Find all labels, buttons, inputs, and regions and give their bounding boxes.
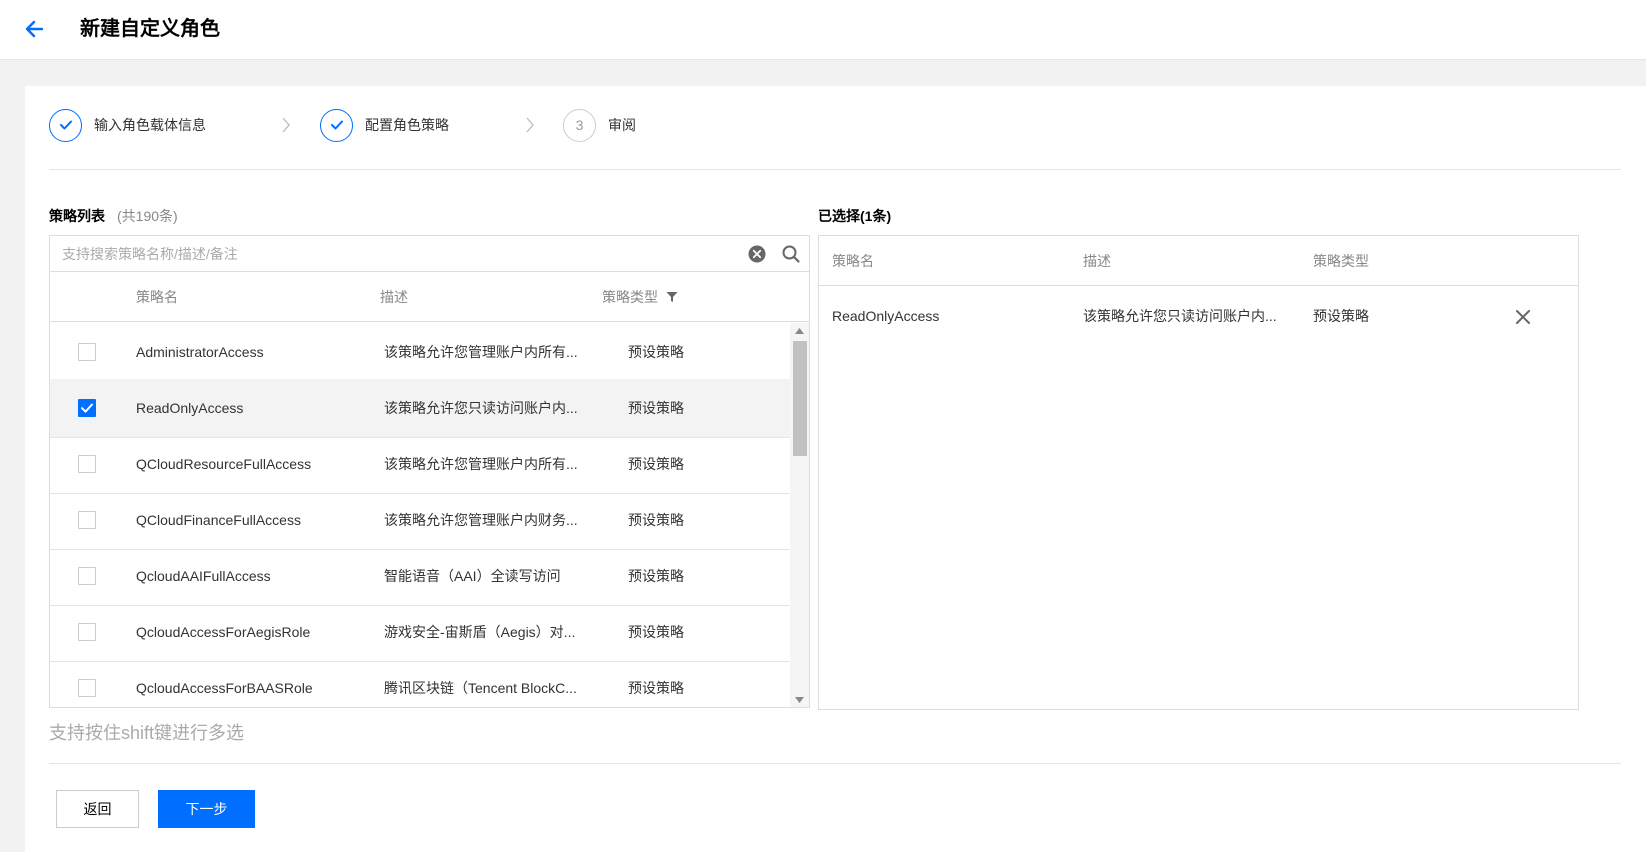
table-row[interactable]: QCloudFinanceFullAccess 该策略允许您管理账户内财务...…	[50, 491, 790, 550]
policy-type: 预设策略	[628, 400, 684, 416]
next-button[interactable]: 下一步	[158, 790, 255, 828]
policy-desc: 该策略允许您管理账户内所有...	[384, 456, 578, 472]
policy-rows: AdministratorAccess 该策略允许您管理账户内所有... 预设策…	[50, 323, 790, 707]
policy-desc: 游戏安全-宙斯盾（Aegis）对...	[384, 624, 576, 640]
step-label: 审阅	[608, 117, 636, 133]
column-header-desc: 描述	[1083, 253, 1111, 269]
policy-desc: 腾讯区块链（Tencent BlockC...	[384, 680, 577, 696]
column-header-type-label: 策略类型	[602, 289, 658, 305]
list-scrollbar[interactable]	[790, 323, 809, 707]
policy-name: QCloudResourceFullAccess	[136, 456, 312, 472]
search-bar	[50, 236, 809, 272]
back-button[interactable]: 返回	[56, 790, 139, 828]
policy-type: 预设策略	[628, 568, 684, 584]
policy-type: 预设策略	[628, 624, 684, 640]
stepper: 输入角色载体信息 配置角色策略 3 审阅	[49, 108, 1629, 142]
table-row[interactable]: QcloudAccessForBAASRole 腾讯区块链（Tencent Bl…	[50, 659, 790, 707]
step-number-badge: 3	[563, 108, 596, 142]
policy-desc: 该策略允许您只读访问账户内...	[1083, 308, 1277, 324]
top-header: 新建自定义角色	[0, 0, 1646, 60]
policy-list-title: 策略列表 (共190条)	[49, 206, 178, 226]
row-checkbox[interactable]	[78, 623, 96, 641]
check-icon	[81, 403, 93, 413]
column-header-type: 策略类型	[602, 272, 678, 322]
policy-type: 预设策略	[628, 512, 684, 528]
policy-type: 预设策略	[628, 456, 684, 472]
policy-list-panel: 策略名 描述 策略类型 AdministratorAccess 该策略允许您管理…	[49, 235, 810, 708]
row-checkbox[interactable]	[78, 679, 96, 697]
divider	[49, 763, 1621, 764]
check-icon	[330, 120, 343, 130]
policy-desc: 该策略允许您管理账户内财务...	[384, 512, 578, 528]
policy-list-heading: 策略列表	[49, 208, 105, 224]
column-header-name: 策略名	[136, 289, 178, 305]
close-icon[interactable]	[1515, 309, 1531, 325]
row-checkbox[interactable]	[78, 567, 96, 585]
policy-name: ReadOnlyAccess	[136, 400, 244, 416]
step-done-badge	[49, 108, 82, 142]
policy-type: 预设策略	[628, 344, 684, 360]
column-header-type: 策略类型	[1313, 253, 1369, 269]
back-arrow-icon[interactable]	[22, 16, 48, 42]
policy-count: (共190条)	[117, 208, 178, 224]
row-checkbox[interactable]	[78, 455, 96, 473]
policy-name: AdministratorAccess	[136, 344, 264, 360]
scroll-up-icon[interactable]	[795, 328, 804, 334]
policy-desc: 智能语音（AAI）全读写访问	[384, 568, 561, 584]
table-row[interactable]: ReadOnlyAccess 该策略允许您只读访问账户内... 预设策略	[50, 379, 790, 438]
policy-type: 预设策略	[628, 680, 684, 696]
step-label: 配置角色策略	[365, 117, 449, 133]
step-3: 3 审阅	[563, 108, 636, 142]
selected-panel: 策略名 描述 策略类型 ReadOnlyAccess 该策略允许您只读访问账户内…	[818, 235, 1579, 710]
step-1: 输入角色载体信息	[49, 108, 206, 142]
table-row[interactable]: AdministratorAccess 该策略允许您管理账户内所有... 预设策…	[50, 323, 790, 382]
search-icon[interactable]	[781, 244, 801, 264]
row-checkbox[interactable]	[78, 511, 96, 529]
policy-type: 预设策略	[1313, 308, 1369, 324]
check-icon	[59, 120, 72, 130]
policy-name: QcloudAccessForAegisRole	[136, 624, 311, 640]
table-row[interactable]: QCloudResourceFullAccess 该策略允许您管理账户内所有..…	[50, 435, 790, 494]
step-label: 输入角色载体信息	[94, 117, 206, 133]
scroll-thumb[interactable]	[793, 341, 807, 456]
page-title: 新建自定义角色	[80, 18, 220, 40]
column-header-name: 策略名	[832, 253, 874, 269]
main-card: 输入角色载体信息 配置角色策略 3 审阅 策略列表 (共190条) 已选择(1条)	[25, 86, 1646, 852]
chevron-right-icon	[526, 117, 534, 133]
row-checkbox[interactable]	[78, 343, 96, 361]
table-header: 策略名 描述 策略类型	[50, 272, 809, 322]
clear-circle-icon[interactable]	[747, 244, 767, 264]
step-2: 配置角色策略	[320, 108, 449, 142]
selected-table-header: 策略名 描述 策略类型	[819, 236, 1578, 286]
policy-name: QcloudAAIFullAccess	[136, 568, 271, 584]
divider	[49, 169, 1621, 170]
table-row[interactable]: QcloudAccessForAegisRole 游戏安全-宙斯盾（Aegis）…	[50, 603, 790, 662]
policy-desc: 该策略允许您只读访问账户内...	[384, 400, 578, 416]
policy-name: QCloudFinanceFullAccess	[136, 512, 301, 528]
column-header-desc: 描述	[380, 289, 408, 305]
chevron-right-icon	[282, 117, 290, 133]
table-row[interactable]: QcloudAAIFullAccess 智能语音（AAI）全读写访问 预设策略	[50, 547, 790, 606]
selected-title: 已选择(1条)	[818, 208, 892, 224]
step-done-badge	[320, 108, 353, 142]
scroll-down-icon[interactable]	[795, 697, 804, 703]
selected-row: ReadOnlyAccess 该策略允许您只读访问账户内... 预设策略	[819, 287, 1578, 345]
search-input[interactable]	[50, 236, 740, 271]
multi-select-hint: 支持按住shift键进行多选	[49, 723, 245, 743]
row-checkbox[interactable]	[78, 399, 96, 417]
policy-desc: 该策略允许您管理账户内所有...	[384, 344, 578, 360]
filter-icon[interactable]	[666, 291, 678, 303]
policy-name: ReadOnlyAccess	[832, 308, 940, 324]
policy-name: QcloudAccessForBAASRole	[136, 680, 313, 696]
